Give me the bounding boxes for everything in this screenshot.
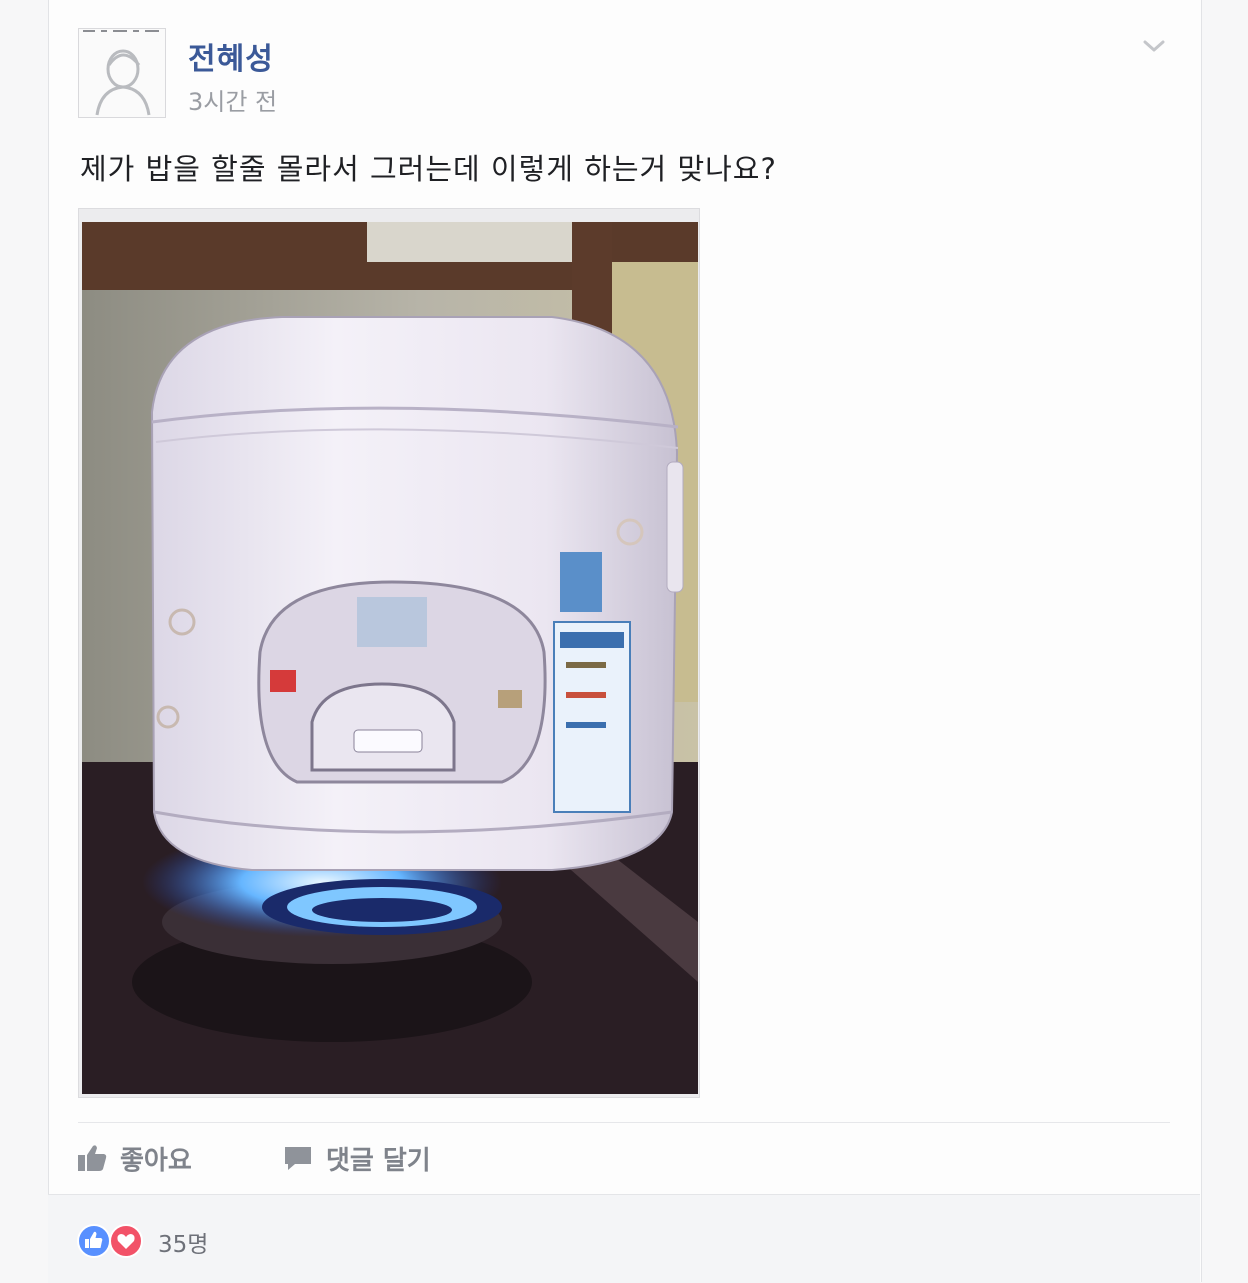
love-reaction-icon <box>109 1224 143 1258</box>
post-text: 제가 밥을 할줄 몰라서 그러는데 이렇게 하는거 맞나요? <box>80 152 777 186</box>
speech-bubble-icon <box>282 1143 314 1173</box>
comment-button[interactable]: 댓글 달기 <box>282 1136 431 1180</box>
post-timestamp[interactable]: 3시간 전 <box>188 82 277 117</box>
comment-label: 댓글 달기 <box>326 1145 431 1176</box>
reaction-icons[interactable] <box>76 1223 152 1259</box>
like-button[interactable]: 좋아요 <box>76 1136 192 1180</box>
chevron-down-icon <box>1143 40 1165 52</box>
like-reaction-icon <box>77 1224 111 1258</box>
thumbs-up-icon <box>76 1143 108 1173</box>
post-menu-button[interactable] <box>1140 36 1168 56</box>
action-divider <box>78 1122 1170 1123</box>
author-avatar[interactable] <box>78 28 166 118</box>
reaction-count[interactable]: 35명 <box>158 1225 208 1259</box>
like-label: 좋아요 <box>120 1145 192 1176</box>
post-photo[interactable] <box>82 222 698 1094</box>
author-name[interactable]: 전혜성 <box>188 34 274 78</box>
avatar-silhouette-icon <box>83 30 159 116</box>
reactions-bar: 35명 <box>48 1194 1200 1283</box>
